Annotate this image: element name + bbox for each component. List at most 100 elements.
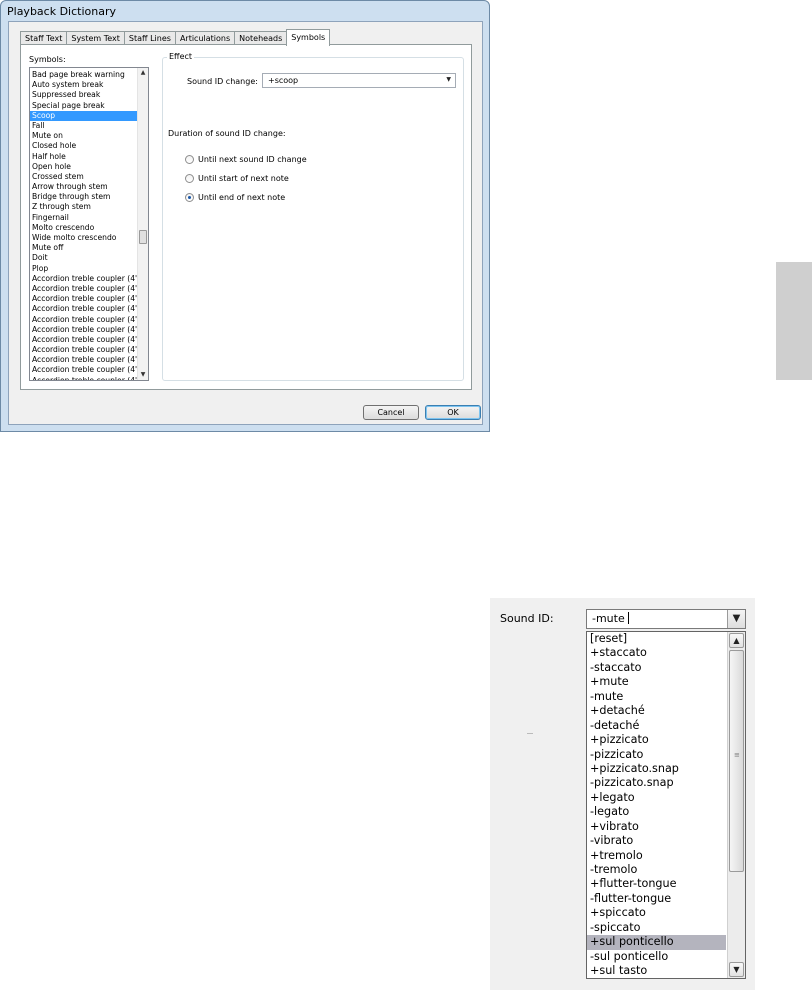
sound-id-label: Sound ID:	[500, 612, 554, 625]
chevron-down-icon[interactable]: ▼	[446, 76, 451, 83]
sound-id-option[interactable]: [reset]	[587, 632, 726, 646]
symbol-list-item[interactable]: Accordion treble coupler (4')	[30, 355, 137, 365]
tab-strip: Staff Text System Text Staff Lines Artic…	[20, 29, 331, 46]
radio-until-next-sound-id-change[interactable]: Until next sound ID change	[185, 155, 307, 164]
text-caret	[627, 612, 629, 624]
sound-id-option[interactable]: -tremolo	[587, 863, 726, 877]
cancel-button[interactable]: Cancel	[363, 405, 419, 420]
sound-id-combo[interactable]: -mute ▼	[586, 609, 746, 629]
radio-button-selected[interactable]	[185, 193, 194, 202]
symbol-list-item[interactable]: Accordion treble coupler (4')	[30, 345, 137, 355]
chevron-up-icon[interactable]: ▲	[729, 633, 744, 648]
symbols-list[interactable]: Bad page break warning Auto system break S…	[29, 67, 149, 381]
sound-id-option[interactable]: -spiccato	[587, 921, 726, 935]
radio-until-start-of-next-note[interactable]: Until start of next note	[185, 174, 289, 183]
symbol-list-item[interactable]: Molto crescendo	[30, 223, 137, 233]
sound-id-option[interactable]: -mute	[587, 690, 726, 704]
symbol-list-item[interactable]: Accordion treble coupler (4')	[30, 294, 137, 304]
symbol-list-item[interactable]: Special page break	[30, 101, 137, 111]
radio-button[interactable]	[185, 155, 194, 164]
sound-id-option[interactable]: +staccato	[587, 646, 726, 660]
sound-id-option[interactable]: -detaché	[587, 719, 726, 733]
symbol-list-item[interactable]: Accordion treble coupler (4')	[30, 274, 137, 284]
sound-id-option[interactable]: -sul ponticello	[587, 950, 726, 964]
symbol-list-item[interactable]: Open hole	[30, 162, 137, 172]
radio-label: Until next sound ID change	[198, 155, 307, 164]
chevron-down-icon[interactable]: ▼	[727, 610, 745, 628]
symbols-scroll-thumb[interactable]	[139, 230, 147, 244]
symbol-list-item[interactable]: Accordion treble coupler (4')	[30, 315, 137, 325]
sound-id-option[interactable]: +vibrato	[587, 820, 726, 834]
sound-id-option[interactable]: -legato	[587, 805, 726, 819]
sound-id-option[interactable]: +detaché	[587, 704, 726, 718]
scroll-down-icon[interactable]: ▼	[138, 370, 148, 380]
symbols-list-items: Bad page break warning Auto system break S…	[30, 70, 137, 380]
symbol-list-item[interactable]: Accordion treble coupler (4')	[30, 335, 137, 345]
symbol-list-item[interactable]: Suppressed break	[30, 90, 137, 100]
duration-label: Duration of sound ID change:	[168, 129, 286, 138]
playback-dictionary-dialog: Playback Dictionary Staff Text System Te…	[0, 0, 490, 432]
sound-id-input[interactable]: -mute	[592, 612, 629, 625]
sound-id-option[interactable]: +spiccato	[587, 906, 726, 920]
sound-id-change-label: Sound ID change:	[187, 77, 258, 86]
sound-id-value: -mute	[592, 612, 625, 625]
effect-group-label: Effect	[167, 52, 195, 61]
sound-id-option[interactable]: +pizzicato.snap	[587, 762, 726, 776]
sound-id-option[interactable]: +sul tasto	[587, 964, 726, 978]
symbol-list-item[interactable]: Fall	[30, 121, 137, 131]
side-panel-tab	[776, 262, 812, 380]
symbol-list-item[interactable]: Crossed stem	[30, 172, 137, 182]
sound-id-option[interactable]: +flutter-tongue	[587, 877, 726, 891]
sound-id-option[interactable]: +tremolo	[587, 849, 726, 863]
divider	[527, 733, 533, 734]
symbol-list-item[interactable]: Accordion treble coupler (4')	[30, 376, 137, 380]
symbol-list-item[interactable]: Half hole	[30, 152, 137, 162]
sound-id-dropdown-list[interactable]: [reset] +staccato -staccato +mute -mute +deta…	[586, 631, 746, 979]
symbol-list-item[interactable]: Bad page break warning	[30, 70, 137, 80]
radio-until-end-of-next-note[interactable]: Until end of next note	[185, 193, 285, 202]
symbol-list-item[interactable]: Plop	[30, 264, 137, 274]
symbol-list-item[interactable]: Accordion treble coupler (4')	[30, 325, 137, 335]
symbol-list-item[interactable]: Auto system break	[30, 80, 137, 90]
effect-group: Effect Sound ID change: +scoop ▼ Duratio…	[162, 52, 464, 381]
dialog-title: Playback Dictionary	[7, 5, 116, 18]
sound-id-option[interactable]: +legato	[587, 791, 726, 805]
symbol-list-item[interactable]: Closed hole	[30, 141, 137, 151]
dropdown-scrollbar[interactable]: ▲ ≡ ▼	[727, 632, 745, 978]
sound-id-option[interactable]: -pizzicato	[587, 748, 726, 762]
radio-label: Until start of next note	[198, 174, 289, 183]
dialog-client-area: Staff Text System Text Staff Lines Artic…	[8, 21, 483, 425]
ok-button[interactable]: OK	[425, 405, 481, 420]
chevron-down-icon[interactable]: ▼	[729, 962, 744, 977]
symbols-scrollbar[interactable]: ▲ ▼	[137, 68, 148, 380]
sound-id-change-combo[interactable]: +scoop ▼	[262, 73, 456, 88]
sound-id-panel: Sound ID: -mute ▼ [reset] +staccato -stacc…	[490, 598, 755, 990]
sound-id-option[interactable]: +pizzicato	[587, 733, 726, 747]
symbols-tab-panel: Symbols: Bad page break warning Auto syst…	[20, 44, 472, 390]
symbol-list-item[interactable]: Doit	[30, 253, 137, 263]
symbol-list-item[interactable]: Fingernail	[30, 213, 137, 223]
sound-id-option-highlighted[interactable]: +sul ponticello	[587, 935, 726, 950]
radio-button[interactable]	[185, 174, 194, 183]
symbols-label: Symbols:	[29, 55, 66, 64]
scroll-up-icon[interactable]: ▲	[138, 68, 148, 78]
sound-id-option[interactable]: -vibrato	[587, 834, 726, 848]
symbol-list-item[interactable]: Mute off	[30, 243, 137, 253]
grip-icon: ≡	[734, 751, 740, 759]
symbol-list-item[interactable]: Z through stem	[30, 202, 137, 212]
symbol-list-item[interactable]: Wide molto crescendo	[30, 233, 137, 243]
symbol-list-item[interactable]: Accordion treble coupler (4')	[30, 304, 137, 314]
symbol-list-item[interactable]: Accordion treble coupler (4')	[30, 284, 137, 294]
sound-id-options: [reset] +staccato -staccato +mute -mute +deta…	[587, 632, 726, 978]
sound-id-option[interactable]: -staccato	[587, 661, 726, 675]
sound-id-option[interactable]: +mute	[587, 675, 726, 689]
dropdown-scroll-thumb[interactable]: ≡	[729, 650, 744, 872]
symbol-list-item[interactable]: Mute on	[30, 131, 137, 141]
symbol-list-item[interactable]: Bridge through stem	[30, 192, 137, 202]
symbol-list-item[interactable]: Arrow through stem	[30, 182, 137, 192]
symbol-list-item[interactable]: Accordion treble coupler (4')	[30, 365, 137, 375]
sound-id-option[interactable]: -flutter-tongue	[587, 892, 726, 906]
sound-id-option[interactable]: -pizzicato.snap	[587, 776, 726, 790]
symbol-list-item-selected[interactable]: Scoop	[30, 110, 137, 121]
tab-symbols[interactable]: Symbols	[286, 29, 331, 46]
